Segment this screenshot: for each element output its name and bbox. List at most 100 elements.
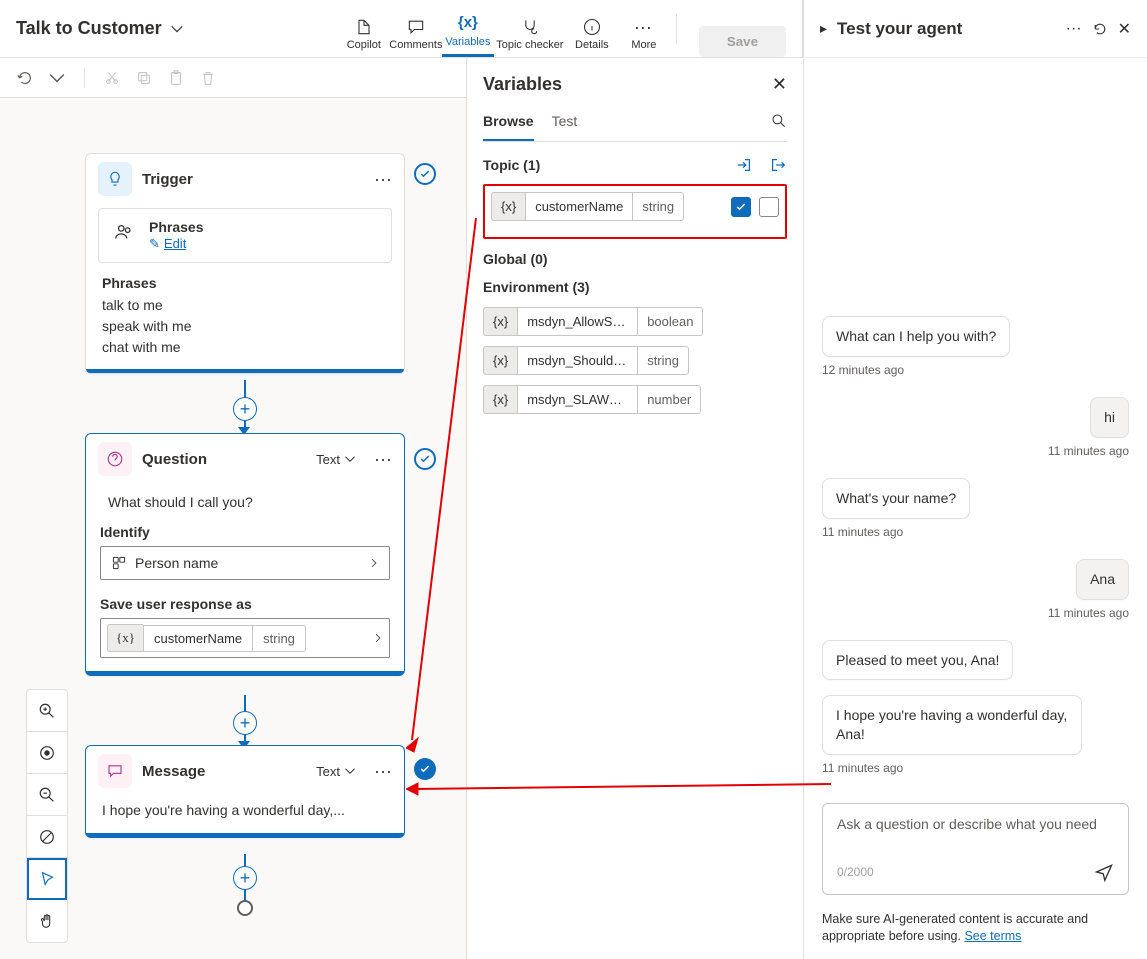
chevron-down-icon <box>344 765 356 777</box>
variable-type: boolean <box>637 307 703 336</box>
input-checkbox[interactable] <box>731 197 751 217</box>
add-node-button[interactable]: + <box>233 866 257 890</box>
cut-icon <box>103 69 121 87</box>
identify-label: Identify <box>100 524 390 540</box>
input-icon[interactable] <box>735 156 753 174</box>
variable-type: string <box>252 625 306 652</box>
bot-message: What can I help you with? <box>822 316 1010 357</box>
hand-icon <box>38 912 56 930</box>
annotation-highlight: {x} customerName string <box>483 184 787 239</box>
identify-value: Person name <box>135 555 218 571</box>
close-panel-button[interactable]: ✕ <box>1118 19 1131 39</box>
undo-icon <box>16 69 34 87</box>
cut-button[interactable] <box>103 69 121 87</box>
user-message: hi <box>1090 397 1129 438</box>
trigger-node[interactable]: Trigger ··· Phrases ✎Edit Phrases talk t… <box>85 153 405 374</box>
people-icon <box>111 219 137 252</box>
chevron-right-icon <box>373 631 383 645</box>
add-node-button[interactable]: + <box>233 397 257 421</box>
tab-copilot[interactable]: Copilot <box>338 0 390 57</box>
edit-phrases-link[interactable]: ✎Edit <box>149 236 186 251</box>
paste-button[interactable] <box>167 69 185 87</box>
topic-variable-row[interactable]: {x} customerName string <box>491 192 684 221</box>
node-more-button[interactable]: ··· <box>374 449 392 470</box>
chevron-right-icon <box>369 556 379 570</box>
pan-tool-button[interactable] <box>27 900 67 942</box>
paste-icon <box>167 69 185 87</box>
phrases-card[interactable]: Phrases ✎Edit <box>98 208 392 263</box>
variable-icon: {x} <box>491 192 525 221</box>
status-check-icon <box>414 163 436 185</box>
zoom-in-button[interactable] <box>27 690 67 732</box>
delete-button[interactable] <box>199 69 217 87</box>
tab-more[interactable]: ··· More <box>618 0 670 57</box>
topic-title-dropdown[interactable]: Talk to Customer <box>16 18 184 39</box>
copy-icon <box>135 69 153 87</box>
timestamp: 11 minutes ago <box>822 761 903 775</box>
select-tool-button[interactable] <box>27 858 67 900</box>
bot-message: Pleased to meet you, Ana! <box>822 640 1013 681</box>
node-accent <box>86 369 404 373</box>
reset-button[interactable] <box>27 816 67 858</box>
save-button[interactable]: Save <box>699 26 786 57</box>
tab-comments[interactable]: Comments <box>390 0 442 57</box>
slash-circle-icon <box>38 828 56 846</box>
panel-title: Variables <box>483 74 787 95</box>
tab-topic-checker[interactable]: Topic checker <box>494 0 566 57</box>
tab-label: Topic checker <box>496 39 563 51</box>
env-variable-row[interactable]: {x} msdyn_SLAWeb… number <box>483 385 787 414</box>
message-node[interactable]: Message Text ··· I hope you're having a … <box>85 745 405 838</box>
identify-selector[interactable]: Person name <box>100 546 390 580</box>
disclaimer-text: Make sure AI-generated content is accura… <box>822 912 1088 943</box>
tab-browse[interactable]: Browse <box>483 113 534 141</box>
tab-details[interactable]: Details <box>566 0 618 57</box>
node-more-button[interactable]: ··· <box>374 761 392 782</box>
tab-test[interactable]: Test <box>552 113 578 141</box>
refresh-button[interactable] <box>1092 21 1108 37</box>
output-checkbox[interactable] <box>759 197 779 217</box>
variable-type: number <box>637 385 701 414</box>
node-accent <box>86 833 404 837</box>
type-text: Text <box>316 764 340 779</box>
canvas-toolbar <box>26 689 68 943</box>
close-button[interactable]: ✕ <box>772 74 787 95</box>
divider <box>84 68 85 88</box>
output-icon[interactable] <box>769 156 787 174</box>
question-node[interactable]: Question Text ··· What should I call you… <box>85 433 405 676</box>
more-button[interactable]: ··· <box>1066 20 1082 38</box>
undo-dropdown[interactable] <box>48 69 66 87</box>
variable-type: string <box>637 346 689 375</box>
variable-type: string <box>632 192 684 221</box>
add-node-button[interactable]: + <box>233 711 257 735</box>
tab-label: Comments <box>389 39 442 51</box>
tab-label: More <box>631 39 656 51</box>
tab-label: Copilot <box>347 39 381 51</box>
see-terms-link[interactable]: See terms <box>964 929 1021 943</box>
env-variable-row[interactable]: {x} msdyn_ShouldSho… string <box>483 346 787 375</box>
phrases-label: Phrases <box>149 219 203 235</box>
send-button[interactable] <box>1094 862 1114 882</box>
output-type-dropdown[interactable]: Text <box>316 452 356 467</box>
env-section-title: Environment (3) <box>483 279 787 295</box>
topic-title-text: Talk to Customer <box>16 18 162 39</box>
chevron-right-icon[interactable]: ▸ <box>820 20 827 37</box>
env-variable-row[interactable]: {x} msdyn_AllowSe… boolean <box>483 307 787 336</box>
refresh-icon <box>1092 21 1108 37</box>
search-button[interactable] <box>771 113 787 141</box>
fit-button[interactable] <box>27 732 67 774</box>
tab-variables[interactable]: {x} Variables <box>442 0 494 57</box>
entity-icon <box>111 555 127 571</box>
undo-button[interactable] <box>16 69 34 87</box>
variable-selector[interactable]: {x} customerName string <box>100 618 390 658</box>
disclaimer: Make sure AI-generated content is accura… <box>804 903 1147 959</box>
chat-input[interactable]: Ask a question or describe what you need… <box>822 803 1129 895</box>
copy-button[interactable] <box>135 69 153 87</box>
zoom-out-button[interactable] <box>27 774 67 816</box>
timestamp: 11 minutes ago <box>1048 606 1129 620</box>
node-more-button[interactable]: ··· <box>374 169 392 190</box>
global-section-title: Global (0) <box>483 251 787 267</box>
output-type-dropdown[interactable]: Text <box>316 764 356 779</box>
type-text: Text <box>316 452 340 467</box>
lightbulb-icon <box>98 162 132 196</box>
node-title: Message <box>142 763 306 780</box>
